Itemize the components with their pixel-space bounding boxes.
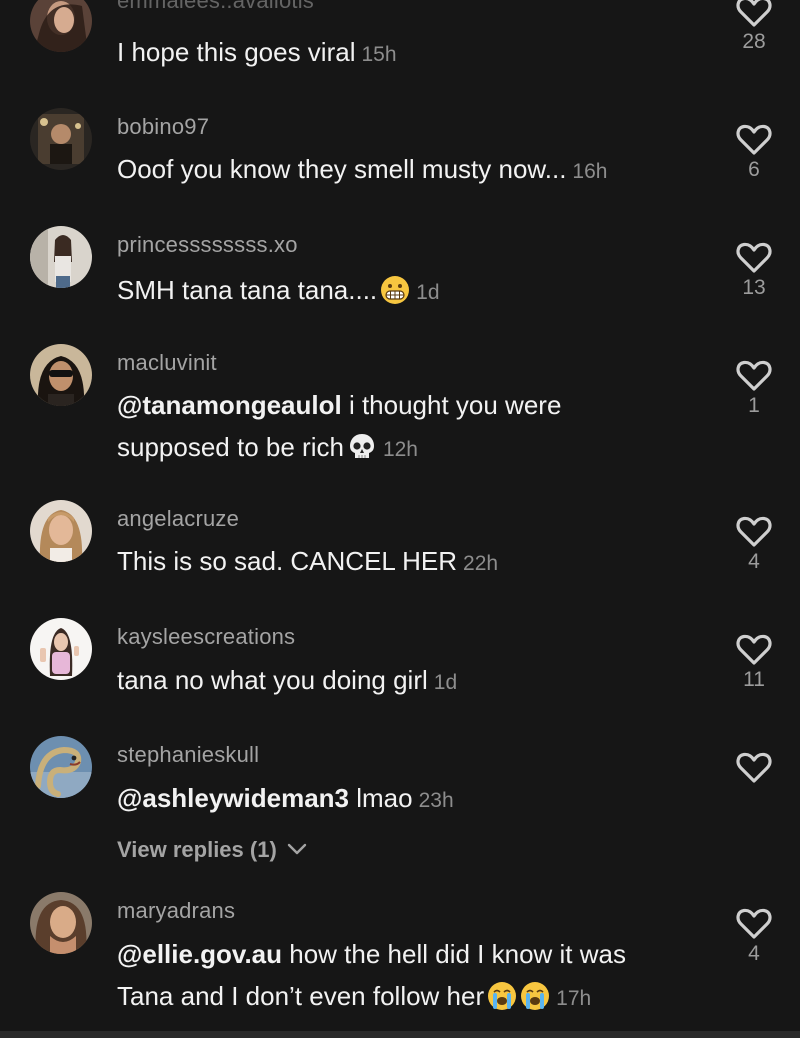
comment-timestamp: 1d	[416, 281, 440, 304]
avatar-image	[30, 736, 92, 798]
comment-body: lmao	[349, 783, 413, 813]
comment-timestamp: 15h	[361, 43, 397, 66]
avatar-image	[30, 892, 92, 954]
comment-text: This is so sad. CANCEL HER 22h	[117, 540, 707, 585]
like-button[interactable]: 11	[727, 634, 781, 692]
like-count: 28	[742, 30, 766, 53]
like-button[interactable]: 4	[727, 908, 781, 966]
like-button[interactable]: 4	[727, 516, 781, 574]
avatar[interactable]	[30, 618, 92, 680]
avatar[interactable]	[30, 0, 92, 52]
avatar[interactable]	[30, 108, 92, 170]
grimacing-face-emoji	[381, 276, 410, 304]
comment-username[interactable]: maryadrans	[117, 898, 235, 924]
comment-timestamp: 17h	[556, 987, 592, 1010]
comment-timestamp: 22h	[463, 552, 499, 575]
comment-text: @tanamongeaulol i thought you were suppo…	[117, 384, 637, 471]
comment-text: SMH tana tana tana.... 1d	[117, 269, 707, 314]
avatar-image	[30, 108, 92, 170]
comment-body: This is so sad. CANCEL HER	[117, 546, 458, 576]
view-replies-button[interactable]: View replies (1)	[117, 837, 307, 863]
comment-timestamp: 1d	[433, 671, 458, 694]
bottom-divider	[0, 1031, 800, 1038]
chevron-down-icon	[287, 843, 307, 855]
comment-item: bobino97 Ooof you know they smell musty …	[0, 108, 800, 208]
comment-body: SMH tana tana tana....	[117, 275, 378, 305]
comment-text: @ellie.gov.au how the hell did I know it…	[117, 933, 687, 1020]
heart-outline-icon	[736, 752, 772, 783]
comment-item: princessssssss.xo SMH tana tana tana....…	[0, 226, 800, 326]
comment-item: kaysleescreations tana no what you doing…	[0, 618, 800, 718]
heart-outline-icon	[736, 360, 772, 391]
avatar-image	[30, 0, 92, 52]
loudly-crying-face-emoji	[488, 982, 517, 1010]
comment-username[interactable]: kaysleescreations	[117, 624, 295, 650]
avatar-image	[30, 344, 92, 406]
comment-username[interactable]: bobino97	[117, 114, 209, 140]
heart-outline-icon	[736, 908, 772, 939]
comment-username[interactable]: princessssssss.xo	[117, 232, 298, 258]
comment-body: I hope this goes viral	[117, 37, 356, 67]
mention-link[interactable]: @ellie.gov.au	[117, 939, 282, 969]
like-button[interactable]	[727, 752, 781, 786]
comment-text: Ooof you know they smell musty now... 16h	[117, 148, 707, 193]
comment-timestamp: 23h	[418, 789, 454, 812]
skull-emoji	[349, 434, 374, 458]
avatar[interactable]	[30, 344, 92, 406]
heart-outline-icon	[736, 516, 772, 547]
comment-username[interactable]: stephanieskull	[117, 742, 259, 768]
avatar[interactable]	[30, 892, 92, 954]
avatar[interactable]	[30, 500, 92, 562]
avatar[interactable]	[30, 226, 92, 288]
like-count: 4	[748, 942, 760, 965]
like-count: 11	[743, 668, 765, 691]
comment-item: maryadrans @ellie.gov.au how the hell di…	[0, 892, 800, 1031]
like-count: 4	[748, 550, 760, 573]
comment-item: stephanieskull @ashleywideman3 lmao 23h V…	[0, 736, 800, 876]
avatar-image	[30, 500, 92, 562]
comments-feed: emmalees..avaliotis I hope this goes vir…	[0, 0, 800, 1038]
comment-item: macluvinit @tanamongeaulol i thought you…	[0, 344, 800, 484]
mention-link[interactable]: @ashleywideman3	[117, 783, 349, 813]
heart-outline-icon	[736, 124, 772, 155]
like-button[interactable]: 6	[727, 124, 781, 182]
mention-link[interactable]: @tanamongeaulol	[117, 390, 342, 420]
comment-text: tana no what you doing girl 1d	[117, 659, 707, 704]
like-button[interactable]: 28	[727, 0, 781, 54]
comment-username[interactable]: angelacruze	[117, 506, 239, 532]
like-button[interactable]: 1	[727, 360, 781, 418]
comment-text: @ashleywideman3 lmao 23h	[117, 777, 707, 822]
like-button[interactable]: 13	[727, 242, 781, 300]
comment-timestamp: 16h	[572, 160, 608, 183]
heart-outline-icon	[736, 242, 772, 273]
like-count: 6	[748, 158, 760, 181]
avatar[interactable]	[30, 736, 92, 798]
like-count: 1	[748, 394, 760, 417]
avatar-image	[30, 618, 92, 680]
comment-body: tana no what you doing girl	[117, 665, 428, 695]
comment-timestamp: 12h	[382, 438, 418, 461]
loudly-crying-face-emoji	[521, 982, 550, 1010]
view-replies-label: View replies (1)	[117, 837, 277, 862]
comment-body: Ooof you know they smell musty now...	[117, 154, 567, 184]
avatar-image	[30, 226, 92, 288]
like-count: 13	[742, 276, 766, 299]
comment-username[interactable]: emmalees..avaliotis	[117, 0, 314, 14]
comment-username[interactable]: macluvinit	[117, 350, 217, 376]
heart-outline-icon	[736, 634, 772, 665]
comment-item: emmalees..avaliotis I hope this goes vir…	[0, 0, 800, 80]
comment-item: angelacruze This is so sad. CANCEL HER 22…	[0, 500, 800, 600]
heart-outline-icon	[736, 0, 772, 27]
comment-text: I hope this goes viral 15h	[117, 31, 707, 76]
